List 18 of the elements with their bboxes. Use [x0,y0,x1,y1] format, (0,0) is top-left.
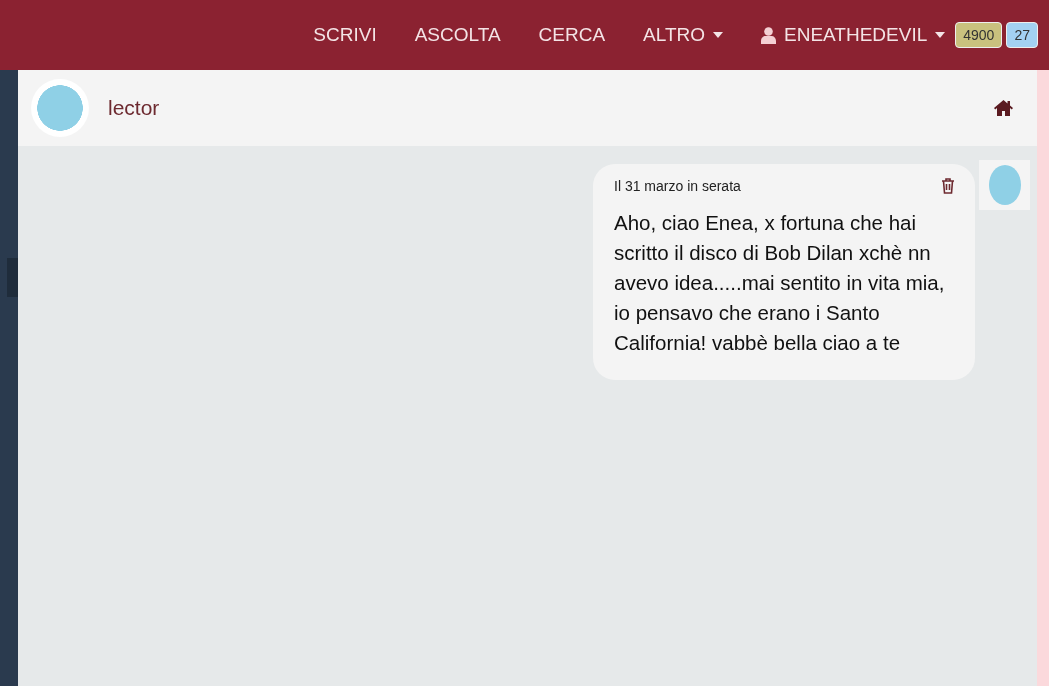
conversation-title: lector [108,96,161,120]
home-button[interactable] [994,100,1013,116]
nav-link[interactable]: CERCA [519,24,625,46]
user-icon [761,26,776,44]
user-menu[interactable]: ENEATHEDEVIL [742,24,952,46]
count-badge: 27 [1006,22,1038,48]
photo-placeholder [988,165,1021,205]
nav-link[interactable]: SCRIVI [294,24,396,46]
message-date: Il 31 marzo in serata [614,178,741,194]
count-badge: 4900 [955,22,1003,48]
delete-button[interactable] [941,178,955,194]
message-text: Aho, ciao Enea, x fortuna che hai scritto il disco di Bob Dilan xchè nn avevo idea.....mai sentito in vita mia, io pensavo che erano i Santo California! vabbè bella ciao a te [614,210,946,356]
nav-link[interactable]: ALTRO [624,24,742,46]
caret-icon [935,32,946,38]
home-icon [994,100,1013,116]
nav-link[interactable]: ASCOLTA [395,24,520,46]
trash-icon [941,178,955,194]
sidebar-handle[interactable] [7,258,18,297]
